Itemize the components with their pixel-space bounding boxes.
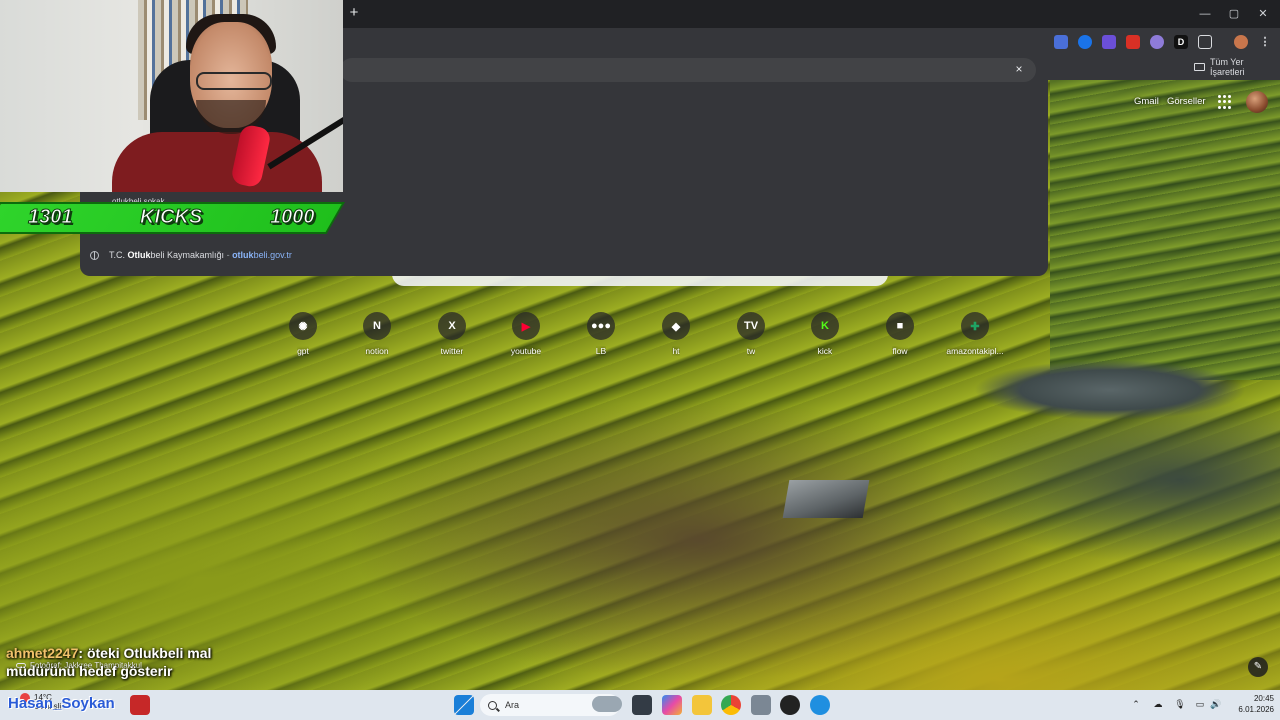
kick-goal: 1000 (270, 206, 315, 229)
suggestion-text: T.C. Otlukbeli Kaymakamlığı - otlukbeli.… (109, 250, 292, 260)
kick-icon: K (811, 312, 839, 340)
shortcut-label: youtube (510, 346, 542, 356)
ht-icon: ◆ (662, 312, 690, 340)
openai-icon: ✺ (289, 312, 317, 340)
taskbar-search-label: Ara (505, 700, 520, 710)
kick-count-left: 1301 (28, 206, 73, 229)
chat-username: ahmet2247 (6, 645, 79, 661)
globe-icon (90, 250, 99, 260)
profile-avatar-toolbar[interactable] (1234, 35, 1248, 49)
sweater-image (112, 132, 322, 192)
windows-start-icon[interactable] (454, 695, 474, 715)
omnibox-suggestion[interactable]: T.C. Otlukbeli Kaymakamlığı - otlukbeli.… (90, 250, 292, 260)
notion-icon: N (363, 312, 391, 340)
shortcut-youtube[interactable]: ▶ youtube (493, 312, 559, 356)
app-window-icon[interactable] (751, 695, 771, 715)
taskbar-clock[interactable]: 20:45 6.01.2026 (1228, 693, 1274, 715)
all-bookmarks-button[interactable]: Tüm Yer İşaretleri (1194, 57, 1280, 77)
obs-icon[interactable] (780, 695, 800, 715)
mic-tray-icon[interactable]: 🎙 (1174, 698, 1186, 710)
tradingview-icon: TV (737, 312, 765, 340)
images-link[interactable]: Görseller (1167, 96, 1206, 107)
clock-time: 20:45 (1253, 694, 1274, 703)
shortcut-twitter[interactable]: Xtwitter (419, 312, 485, 356)
shortcut-label: tw (746, 346, 756, 356)
shortcut-notion[interactable]: Nnotion (344, 312, 410, 356)
google-apps-icon[interactable] (1218, 95, 1232, 109)
extensions-puzzle-icon[interactable] (1198, 35, 1212, 49)
sheets-icon: ✚ (961, 312, 989, 340)
shortcut-flow[interactable]: ■ flow (867, 312, 933, 356)
close-window-button[interactable]: ✕ (1246, 4, 1280, 24)
cloud-extension-icon[interactable] (1150, 35, 1164, 49)
youtube-icon: ▶ (512, 312, 540, 340)
google-profile-avatar[interactable] (1246, 91, 1268, 113)
flow-icon: ■ (886, 312, 914, 340)
folder-icon (1194, 63, 1205, 71)
d-extension-icon[interactable]: D (1174, 35, 1188, 49)
shortcut-amazontakipl[interactable]: ✚ amazontakipl... (942, 312, 1008, 356)
customize-pencil-icon[interactable]: ✎ (1248, 657, 1268, 677)
kick-label: KICKS (139, 206, 203, 229)
cloud-tray-icon[interactable]: ☁ (1152, 698, 1164, 710)
hut-image-detail (782, 480, 870, 518)
shortcut-ht[interactable]: ◆ ht (643, 312, 709, 356)
browser-menu-icon[interactable]: ⋮ (1258, 35, 1272, 49)
search-icon (488, 700, 497, 710)
shortcut-label: kick (817, 346, 833, 356)
streamer-name-overlay: Hasan_Soykan (8, 695, 115, 712)
search-highlight-icon[interactable] (592, 696, 622, 712)
chat-line-1: : öteki Otlukbeli mal (78, 645, 212, 661)
speaker-tray-icon[interactable]: 🔊 (1210, 698, 1222, 710)
task-view-icon[interactable] (632, 695, 652, 715)
shortcut-label: twitter (440, 346, 464, 356)
file-explorer-icon[interactable] (692, 695, 712, 715)
shortcut-lb[interactable]: ●●● LB (568, 312, 634, 356)
shield-app-icon[interactable] (130, 695, 150, 715)
letterboxd-icon: ●●● (587, 312, 615, 340)
x-icon: X (438, 312, 466, 340)
audio-extension-icon[interactable] (1078, 35, 1092, 49)
all-bookmarks-label: Tüm Yer İşaretleri (1209, 57, 1245, 77)
webcam-overlay (0, 0, 343, 192)
shortcut-label: amazontakipl... (946, 346, 1004, 356)
shortcut-label: notion (365, 346, 389, 356)
display-tray-icon[interactable]: ▭ (1194, 698, 1206, 710)
clear-omnibox-button[interactable]: × (1012, 62, 1026, 76)
shortcut-label: flow (892, 346, 908, 356)
omnibox-input[interactable] (340, 58, 1036, 82)
translate-extension-icon[interactable] (1054, 35, 1068, 49)
chat-line-2: müdürünü hedef gösterir (6, 663, 173, 679)
new-tab-button[interactable]: + (346, 5, 362, 21)
chrome-icon[interactable] (721, 695, 741, 715)
shield-extension-icon[interactable] (1102, 35, 1116, 49)
shortcut-label: gpt (297, 346, 309, 356)
browser-app-icon[interactable] (810, 695, 830, 715)
red-extension-icon[interactable] (1126, 35, 1140, 49)
chat-message: ahmet2247: öteki Otlukbeli mal müdürünü … (6, 644, 211, 680)
shortcut-kick[interactable]: Kkick (792, 312, 858, 356)
gmail-link[interactable]: Gmail (1134, 96, 1159, 107)
glasses-image (196, 72, 272, 90)
clock-date: 6.01.2026 (1238, 705, 1274, 714)
shortcut-tw[interactable]: TV tw (718, 312, 784, 356)
copilot-icon[interactable] (662, 695, 682, 715)
shortcut-gpt[interactable]: ✺ gpt (270, 312, 336, 356)
shortcut-label: ht (672, 346, 680, 356)
shortcut-label: LB (595, 346, 607, 356)
tray-chevron-icon[interactable]: ⌃ (1130, 698, 1142, 710)
